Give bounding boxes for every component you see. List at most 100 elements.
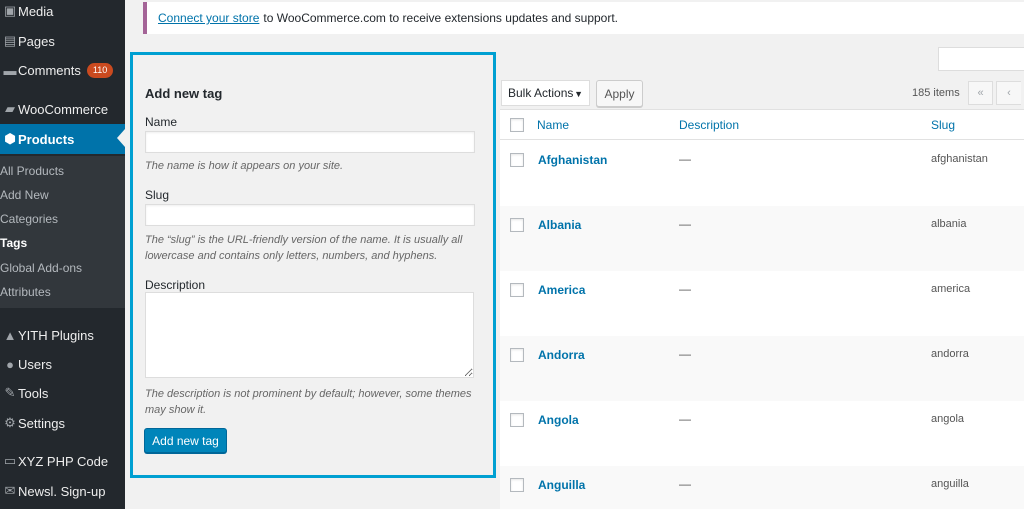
woocommerce-connect-notice: Connect your store to WooCommerce.com to… [143,2,1024,34]
row-checkbox[interactable] [510,413,524,427]
row-checkbox[interactable] [510,283,524,297]
media-icon: ▣ [3,3,17,18]
tag-name-link[interactable]: Anguilla [538,478,585,492]
apply-button[interactable]: Apply [596,80,643,107]
menu-item-label: Settings [18,415,65,431]
menu-item-woocommerce[interactable]: ▰ WooCommerce [0,95,125,123]
menu-item-comments[interactable]: ▬ Comments 110 [0,56,125,84]
add-new-tag-button[interactable]: Add new tag [144,428,227,453]
table-row: America — america [500,271,1024,336]
tag-slug: anguilla [931,478,969,490]
table-row: Albania — albania [500,206,1024,271]
bulk-actions-label: Bulk Actions [508,86,574,100]
tag-slug-input[interactable] [145,204,475,226]
tag-description: — [679,347,691,361]
tag-description: — [679,282,691,296]
tag-slug: albania [931,218,967,230]
tag-slug: america [931,283,971,295]
menu-item-label: Tools [18,385,49,401]
menu-item-media[interactable]: ▣ Media [0,0,125,25]
tag-description-textarea[interactable] [145,292,474,378]
notice-text: to WooCommerce.com to receive extensions… [263,11,619,25]
yith-icon: ▲ [3,327,17,343]
newsletter-icon: ✉ [4,483,16,498]
slug-label: Slug [145,188,170,202]
woocommerce-icon: ▰ [5,101,15,116]
menu-item-label: Comments [18,62,81,78]
submenu-tags[interactable]: Tags [0,236,27,250]
column-header-description[interactable]: Description [679,118,739,132]
menu-item-label: Media [18,3,54,19]
settings-icon: ⚙ [4,415,16,430]
menu-item-label: YITH Plugins [18,327,94,343]
pages-icon: ▤ [3,33,17,48]
name-help-text: The name is how it appears on your site. [145,160,344,172]
tools-icon: ✎ [4,385,16,400]
menu-item-label: Pages [18,33,55,49]
products-icon: ⬢ [4,131,16,146]
menu-item-users[interactable]: ● Users [0,350,125,378]
tag-description: — [679,152,691,166]
menu-item-products[interactable]: ⬢ Products [0,124,125,154]
menu-item-newsletter-signup[interactable]: ✉ Newsl. Sign-up [0,477,125,505]
menu-item-tools[interactable]: ✎ Tools [0,379,125,407]
submenu-all-products[interactable]: All Products [0,164,64,178]
tag-name-link[interactable]: Albania [538,218,581,232]
users-icon: ● [6,356,14,372]
php-icon: ▭ [3,453,17,468]
row-checkbox[interactable] [510,478,524,492]
add-new-tag-form: Add new tag Name The name is how it appe… [130,52,496,478]
description-help-text: The description is not prominent by defa… [145,388,472,416]
submenu-add-new[interactable]: Add New [0,188,49,202]
menu-item-xyz-php-code[interactable]: ▭ XYZ PHP Code [0,447,125,475]
row-checkbox[interactable] [510,218,524,232]
row-checkbox[interactable] [510,348,524,362]
table-row: Afghanistan — afghanistan [500,141,1024,206]
table-row: Andorra — andorra [500,336,1024,401]
menu-item-yith-plugins[interactable]: ▲ YITH Plugins [0,321,125,349]
comments-icon: ▬ [3,62,17,78]
products-submenu: All Products Add New Categories Tags Glo… [0,156,125,308]
first-page-button[interactable]: « [968,81,993,105]
bulk-actions-select[interactable]: Bulk Actions ▼ [501,80,590,106]
table-header: Name Description Slug [500,110,1024,140]
column-header-slug[interactable]: Slug [931,118,955,132]
tags-table: Name Description Slug Afghanistan — afgh… [500,109,1024,509]
connect-store-link[interactable]: Connect your store [158,11,259,25]
tag-description: — [679,217,691,231]
tag-slug: afghanistan [931,153,988,165]
menu-item-label: Newsl. Sign-up [18,483,106,499]
comments-count-badge: 110 [86,62,114,78]
search-tags-input[interactable] [938,47,1024,71]
tag-description: — [679,412,691,426]
description-label: Description [145,278,206,292]
menu-item-label: Users [18,356,52,372]
form-title: Add new tag [145,86,223,101]
tag-name-link[interactable]: Angola [538,413,579,427]
row-checkbox[interactable] [510,153,524,167]
menu-item-label: Products [18,131,75,147]
tag-name-link[interactable]: Andorra [538,348,585,362]
dropdown-caret-icon: ▼ [574,89,583,99]
menu-item-pages[interactable]: ▤ Pages [0,27,125,55]
menu-item-settings[interactable]: ⚙ Settings [0,409,125,437]
tag-name-link[interactable]: America [538,283,585,297]
menu-item-label: XYZ PHP Code [18,453,109,469]
submenu-attributes[interactable]: Attributes [0,285,51,299]
tag-name-input[interactable] [145,131,475,153]
menu-item-label: WooCommerce [18,101,109,117]
tag-name-link[interactable]: Afghanistan [538,153,607,167]
previous-page-button[interactable]: ‹ [996,81,1021,105]
submenu-global-add-ons[interactable]: Global Add-ons [0,261,82,275]
tag-slug: angola [931,413,965,425]
tag-description: — [679,477,691,491]
submenu-categories[interactable]: Categories [0,212,58,226]
column-header-name[interactable]: Name [537,118,569,132]
items-count: 185 items [912,87,960,99]
select-all-checkbox[interactable] [510,118,524,132]
table-row: Angola — angola [500,401,1024,466]
slug-help-text: The “slug” is the URL-friendly version o… [145,234,463,262]
admin-sidebar: ▣ Media ▤ Pages ▬ Comments 110 ▰ WooComm… [0,0,125,509]
name-label: Name [145,115,178,129]
table-row: Anguilla — anguilla [500,466,1024,509]
